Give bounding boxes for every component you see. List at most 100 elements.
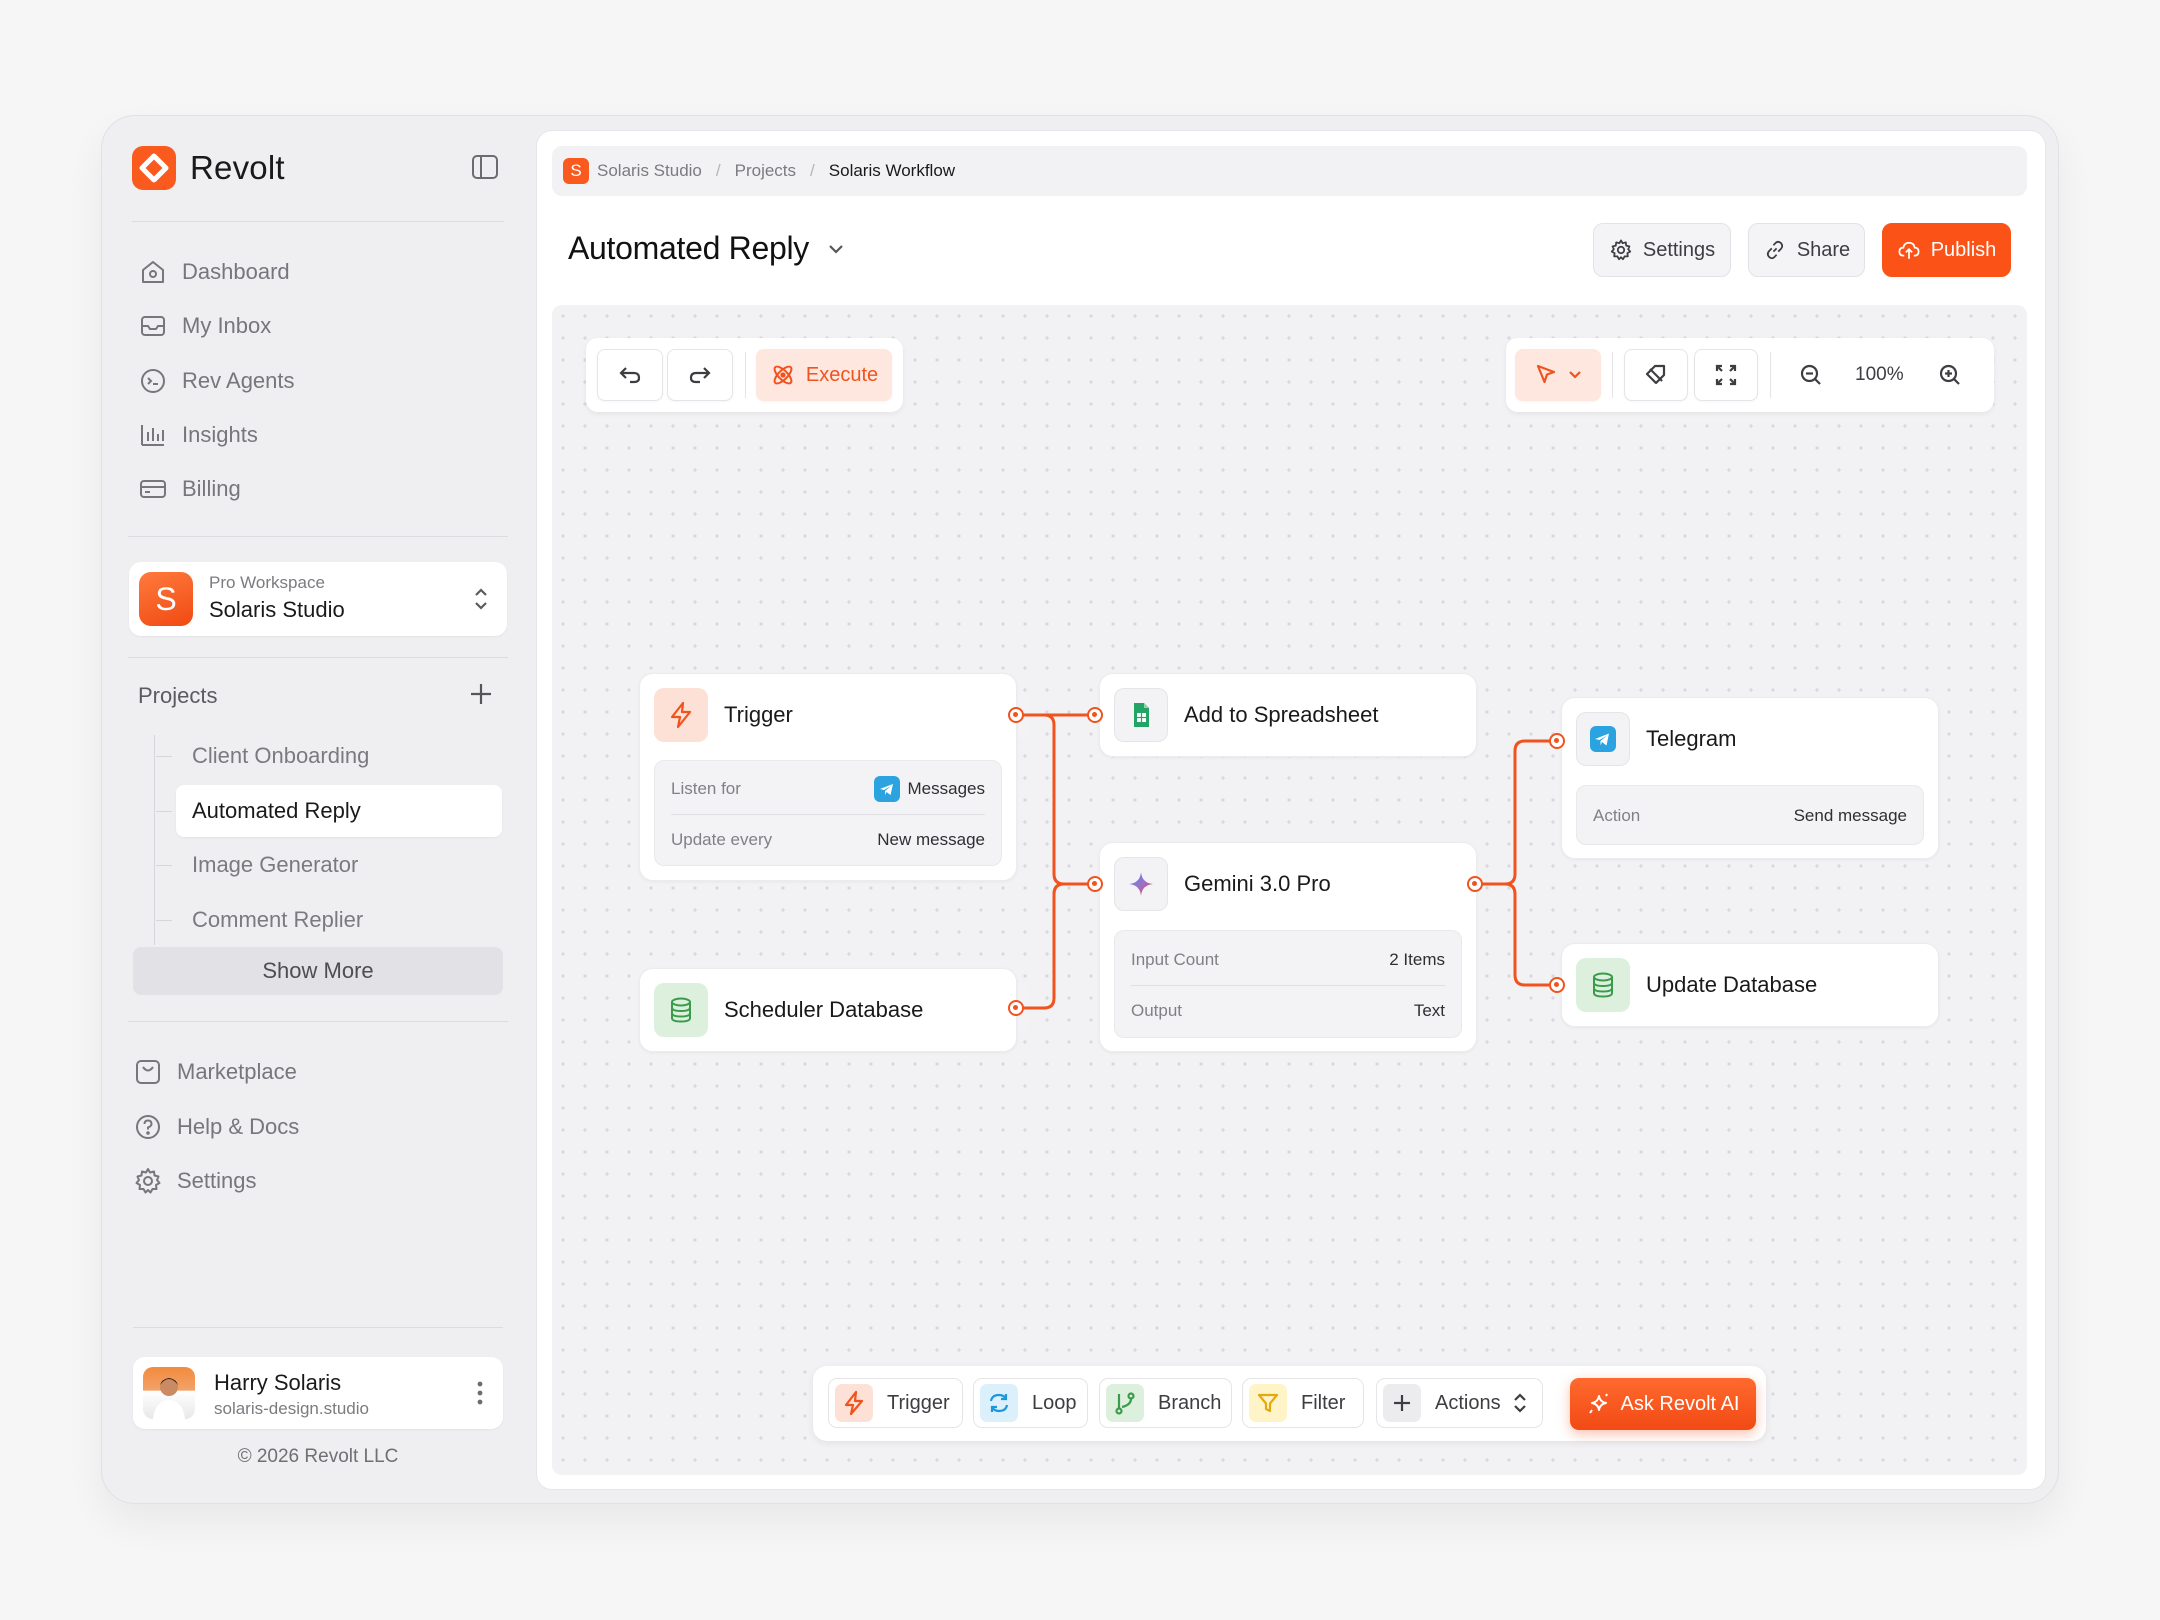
execute-label: Execute: [805, 363, 879, 386]
node-add-to-spreadsheet[interactable]: Add to Spreadsheet: [1099, 673, 1477, 757]
palette-label: Filter: [1301, 1391, 1346, 1414]
nav-my-inbox[interactable]: My Inbox: [138, 306, 271, 346]
chart-icon: [141, 425, 164, 446]
add-project-icon[interactable]: [466, 679, 496, 709]
sheets-icon: [1114, 688, 1168, 742]
nav-label: Billing: [182, 476, 241, 501]
share-button[interactable]: Share: [1748, 223, 1865, 277]
plus-icon: [1383, 1384, 1421, 1422]
zoom-in-button[interactable]: [1919, 349, 1981, 401]
telegram-icon: [1576, 712, 1630, 766]
add-filter-button[interactable]: Filter: [1242, 1378, 1364, 1428]
nav-marketplace[interactable]: Marketplace: [133, 1052, 297, 1092]
tree-tick: [156, 811, 172, 812]
user-name: Harry Solaris: [214, 1370, 342, 1395]
divider: [132, 221, 504, 222]
actions-dropdown[interactable]: Actions: [1376, 1378, 1543, 1428]
input-port[interactable]: [1549, 733, 1565, 749]
ask-ai-button[interactable]: Ask Revolt AI: [1570, 1378, 1756, 1430]
divider: [133, 1327, 503, 1328]
undo-icon: [619, 367, 641, 384]
palette-label: Branch: [1158, 1391, 1222, 1414]
brand[interactable]: Revolt: [132, 146, 285, 190]
card-icon: [140, 480, 166, 498]
row-value: Messages: [873, 775, 985, 802]
node-row: Input Count 2 Items: [1131, 935, 1445, 984]
add-branch-button[interactable]: Branch: [1099, 1378, 1232, 1428]
execute-button[interactable]: Execute: [756, 349, 892, 401]
show-more-button[interactable]: Show More: [133, 947, 503, 995]
node-telegram[interactable]: Telegram Action Send message: [1561, 697, 1939, 859]
pointer-tool-button[interactable]: [1515, 349, 1601, 401]
copyright: © 2026 Revolt LLC: [237, 1446, 399, 1467]
node-update-database[interactable]: Update Database: [1561, 943, 1939, 1027]
view-toolbar: 100%: [1506, 338, 1994, 412]
node-row: Listen for Messages: [671, 764, 985, 813]
tag-tool-button[interactable]: [1624, 349, 1688, 401]
zoom-out-button[interactable]: [1780, 349, 1842, 401]
node-scheduler-database[interactable]: Scheduler Database: [639, 968, 1017, 1052]
ask-ai-label: Ask Revolt AI: [1620, 1392, 1740, 1415]
settings-button[interactable]: Settings: [1593, 223, 1731, 277]
row-value: Text: [1413, 1000, 1445, 1020]
add-trigger-button[interactable]: Trigger: [828, 1378, 963, 1428]
palette-label: Actions: [1435, 1391, 1501, 1414]
breadcrumb-item[interactable]: Solaris Studio: [597, 161, 702, 181]
user-email: solaris-design.studio: [214, 1399, 369, 1418]
node-trigger[interactable]: Trigger Listen for Messages Update every…: [639, 673, 1017, 881]
cloud-upload-icon: [1898, 241, 1920, 259]
output-port[interactable]: [1467, 876, 1483, 892]
node-gemini[interactable]: Gemini 3.0 Pro Input Count 2 Items Outpu…: [1099, 842, 1477, 1052]
project-client-onboarding[interactable]: Client Onboarding: [176, 730, 502, 782]
nav-label: Settings: [177, 1168, 257, 1193]
user-profile[interactable]: Harry Solaris solaris-design.studio: [133, 1357, 503, 1429]
row-value: 2 Items: [1389, 949, 1445, 969]
breadcrumb-current: Solaris Workflow: [828, 161, 956, 180]
project-comment-replier[interactable]: Comment Replier: [176, 894, 502, 946]
telegram-icon: [873, 775, 900, 802]
nav-label: Insights: [182, 422, 258, 447]
redo-button[interactable]: [667, 349, 733, 401]
sidebar-toggle-icon[interactable]: [470, 152, 500, 182]
more-vertical-icon[interactable]: [477, 1379, 483, 1407]
add-loop-button[interactable]: Loop: [973, 1378, 1088, 1428]
nav-label: Dashboard: [182, 259, 290, 284]
row-value-text: Messages: [907, 778, 985, 798]
nav-settings[interactable]: Settings: [133, 1161, 257, 1201]
tree-tick: [156, 865, 172, 866]
workspace-tier: Pro Workspace: [209, 573, 325, 592]
nav-dashboard[interactable]: Dashboard: [138, 252, 290, 292]
input-port[interactable]: [1087, 876, 1103, 892]
output-port[interactable]: [1008, 707, 1024, 723]
workspace-switcher[interactable]: S Pro Workspace Solaris Studio: [129, 562, 507, 636]
fit-view-button[interactable]: [1694, 349, 1758, 401]
nav-help-docs[interactable]: Help & Docs: [133, 1107, 299, 1147]
input-port[interactable]: [1087, 707, 1103, 723]
expand-icon: [1715, 364, 1737, 386]
workflow-selector[interactable]: Automated Reply: [568, 230, 847, 267]
inbox-icon: [141, 316, 165, 336]
node-title: Update Database: [1646, 972, 1818, 997]
node-title: Add to Spreadsheet: [1184, 702, 1379, 727]
nav-insights[interactable]: Insights: [138, 415, 258, 455]
publish-button[interactable]: Publish: [1882, 223, 2011, 277]
breadcrumb-item[interactable]: Projects: [735, 161, 796, 181]
palette-label: Trigger: [887, 1391, 950, 1414]
nav-billing[interactable]: Billing: [138, 469, 241, 509]
node-title: Gemini 3.0 Pro: [1184, 871, 1331, 896]
zoom-in-icon: [1939, 364, 1960, 385]
bolt-icon: [654, 688, 708, 742]
undo-button[interactable]: [597, 349, 663, 401]
agent-icon: [141, 369, 165, 393]
breadcrumb: S Solaris Studio / Projects / Solaris Wo…: [552, 146, 2027, 196]
input-port[interactable]: [1549, 977, 1565, 993]
gear-icon: [135, 1168, 161, 1194]
project-automated-reply[interactable]: Automated Reply: [176, 785, 502, 837]
publish-label: Publish: [1930, 238, 1997, 261]
output-port[interactable]: [1008, 1000, 1024, 1016]
project-image-generator[interactable]: Image Generator: [176, 839, 502, 891]
gear-icon: [1610, 239, 1631, 261]
nav-rev-agents[interactable]: Rev Agents: [138, 361, 295, 401]
share-label: Share: [1796, 238, 1851, 261]
node-row: Action Send message: [1593, 791, 1907, 840]
